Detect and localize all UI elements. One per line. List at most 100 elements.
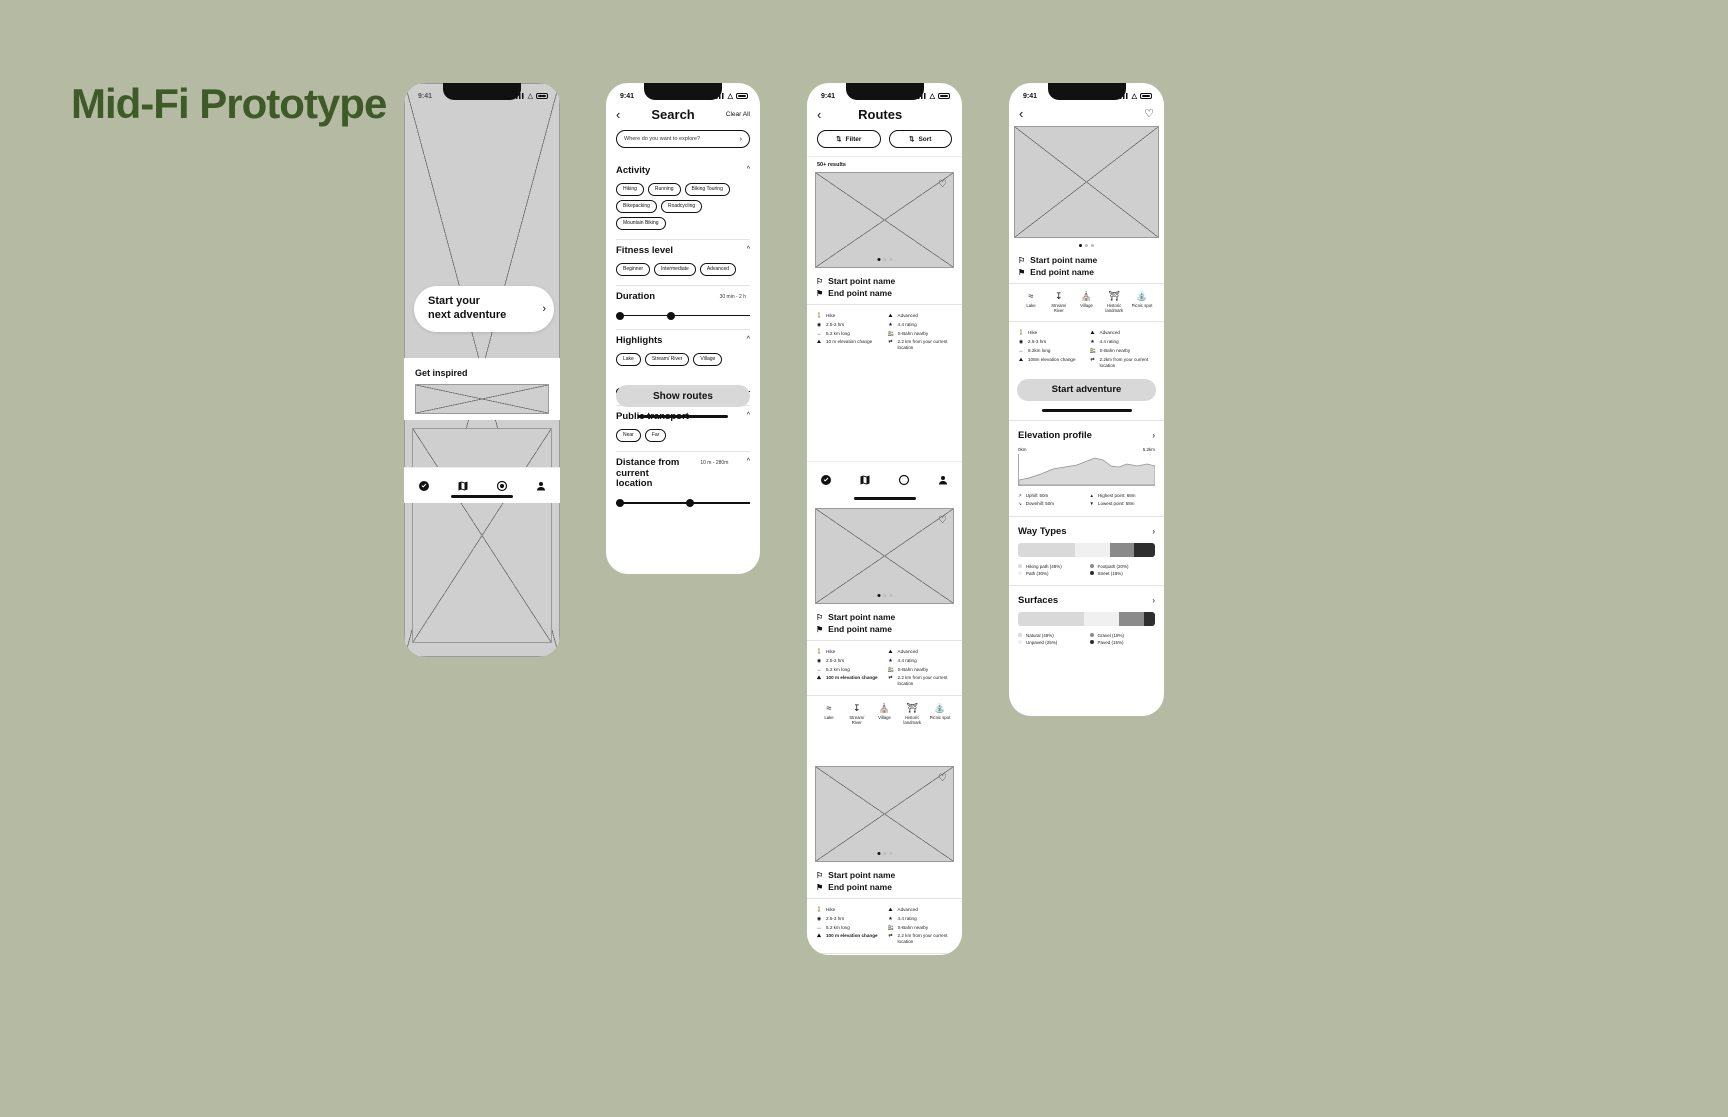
chip-hiking[interactable]: Hiking (616, 182, 644, 196)
back-icon[interactable]: ‹ (1019, 107, 1023, 120)
route-detail-image[interactable] (1014, 126, 1159, 238)
chevron-right-icon[interactable]: › (740, 136, 742, 143)
chevron-right-icon[interactable]: › (542, 303, 546, 315)
search-input[interactable]: Where do you want to explore? › (616, 130, 750, 148)
route-card[interactable]: ♡ ⚐ Start point name ⚑ End point name 🚶 H… (807, 766, 962, 955)
clear-all-button[interactable]: Clear All (726, 111, 750, 118)
chip-advanced[interactable]: Advanced (699, 262, 737, 276)
chevron-right-icon[interactable]: › (1152, 431, 1155, 440)
dot[interactable] (1091, 244, 1094, 247)
chip-village[interactable]: Village (693, 352, 723, 366)
chevron-up-icon[interactable]: ^ (747, 412, 750, 419)
route-image[interactable]: ♡ (815, 766, 954, 862)
route-image[interactable]: ♡ (815, 508, 954, 604)
chip-mountain-biking[interactable]: Mountain Biking (616, 216, 666, 230)
favorite-heart-icon[interactable]: ♡ (1144, 107, 1154, 120)
tab-record-icon[interactable] (897, 473, 911, 487)
dot[interactable] (883, 852, 886, 855)
chip-lake[interactable]: Lake (616, 352, 641, 366)
slider-knob-max[interactable] (685, 499, 694, 508)
section-title: Surfaces (1018, 594, 1059, 606)
filter-group-header[interactable]: Activity ^ (616, 165, 750, 177)
elevation-icon: ⛰ (816, 339, 822, 346)
filter-group-header[interactable]: Duration 30 min - 2 h (616, 291, 750, 303)
stat-value: Hike (826, 313, 836, 318)
chip-bikepacking[interactable]: Bikepacking (616, 199, 657, 213)
legend-label: Hiking path (48%) (1026, 563, 1062, 569)
chip-stream-river[interactable]: Stream/ River (644, 352, 690, 366)
highlight-lake: ≈ Lake (1018, 292, 1044, 313)
section-header[interactable]: Surfaces › (1018, 595, 1155, 606)
start-adventure-card[interactable]: Start your next adventure › (414, 286, 554, 332)
start-adventure-button[interactable]: Start adventure (1017, 378, 1156, 401)
tab-profile-icon[interactable] (534, 479, 548, 493)
tab-discover-icon[interactable] (417, 479, 431, 493)
distance-slider[interactable] (616, 499, 750, 508)
route-card[interactable]: ♡ ⚐ Start point name ⚑ End point name 🚶 H… (807, 172, 962, 360)
chevron-up-icon[interactable]: ^ (747, 166, 750, 173)
dot[interactable] (1079, 244, 1082, 247)
section-header[interactable]: Elevation profile › (1018, 430, 1155, 441)
filter-group-header[interactable]: Distance from current location 10 m - 28… (616, 457, 750, 491)
highlight-picnic: ⛲ Picnic spot (927, 703, 953, 725)
filter-group-title: Activity (616, 165, 651, 176)
detail-header: ‹ ♡ (1009, 105, 1164, 126)
chip-running[interactable]: Running (647, 182, 681, 196)
chip-roadcycling[interactable]: Roadcycling (660, 199, 703, 213)
section-header[interactable]: Way Types › (1018, 526, 1155, 537)
tab-profile-icon[interactable] (936, 473, 950, 487)
route-image[interactable]: ♡ (815, 172, 954, 268)
sort-button[interactable]: ⇅ Sort (888, 130, 952, 148)
dot[interactable] (877, 852, 880, 855)
filter-group-header[interactable]: Fitness level ^ (616, 245, 750, 257)
chevron-up-icon[interactable]: ^ (747, 246, 750, 253)
stat-value: 9.2km long (1028, 347, 1051, 353)
chip-intermediate[interactable]: Intermediate (654, 262, 696, 276)
show-routes-button[interactable]: Show routes (616, 385, 750, 407)
route-card[interactable]: ♡ ⚐ Start point name ⚑ End point name 🚶 H… (807, 508, 962, 733)
section-title: Elevation profile (1018, 429, 1092, 441)
highlight-label: Picnic spot (929, 714, 951, 720)
dot[interactable] (877, 258, 880, 261)
inspire-carousel-image[interactable] (415, 384, 549, 414)
filter-button[interactable]: ⇅ Filter (817, 130, 881, 148)
slider-knob-max[interactable] (666, 311, 675, 320)
slider-knob-min[interactable] (616, 499, 624, 508)
tab-record-icon[interactable] (495, 479, 509, 493)
chevron-up-icon[interactable]: ^ (747, 336, 750, 343)
dot[interactable] (877, 594, 880, 597)
home-indicator (638, 415, 728, 418)
dot[interactable] (889, 594, 892, 597)
chip-biking-touring[interactable]: Biking Touring (684, 182, 730, 196)
favorite-heart-icon[interactable]: ♡ (938, 773, 947, 784)
favorite-heart-icon[interactable]: ♡ (938, 179, 947, 190)
chevron-right-icon[interactable]: › (1152, 596, 1155, 605)
chevron-right-icon[interactable]: › (1152, 527, 1155, 536)
duration-slider[interactable] (616, 311, 750, 320)
chevron-up-icon[interactable]: ^ (747, 458, 750, 465)
favorite-heart-icon[interactable]: ♡ (938, 515, 947, 526)
tab-map-icon[interactable] (456, 479, 470, 493)
dot[interactable] (889, 258, 892, 261)
start-point: ⚐ Start point name (816, 276, 953, 286)
dot[interactable] (883, 594, 886, 597)
stat-difficulty: ⛰ Advanced (1090, 330, 1156, 337)
chip-far[interactable]: Far (644, 428, 667, 442)
filter-group-header[interactable]: Highlights ^ (616, 335, 750, 347)
village-icon: ⛪ (878, 702, 891, 713)
tab-map-icon[interactable] (858, 473, 872, 487)
stat-value: Hike (1028, 330, 1038, 336)
highlight-label: Historic landmark (903, 714, 922, 725)
dot[interactable] (1085, 244, 1088, 247)
stat-value: Advanced (897, 313, 918, 318)
tab-discover-icon[interactable] (819, 473, 833, 487)
dot[interactable] (883, 258, 886, 261)
dot[interactable] (889, 852, 892, 855)
chip-beginner[interactable]: Beginner (616, 262, 651, 276)
difficulty-icon: ⛰ (888, 313, 893, 319)
slider-knob-min[interactable] (616, 311, 624, 320)
stat-duration: ◉ 2.5-3 hrs (816, 658, 882, 665)
stat-value: 10 m elevation change (826, 339, 873, 345)
stat-value: Advanced (897, 907, 918, 912)
chip-near[interactable]: Near (616, 428, 641, 442)
